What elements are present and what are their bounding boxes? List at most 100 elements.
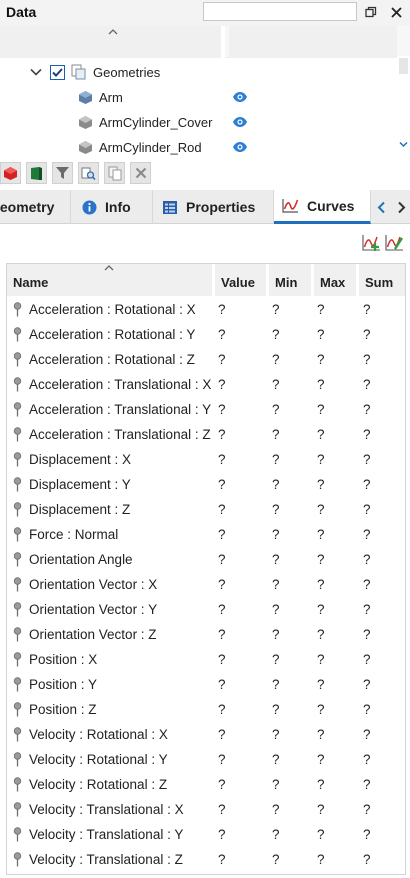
- cell-max: ?: [317, 452, 325, 467]
- tab-curves[interactable]: Curves: [274, 190, 371, 224]
- search-list-icon[interactable]: [78, 162, 99, 184]
- cell-value: ?: [218, 602, 226, 617]
- cell-value: ?: [218, 577, 226, 592]
- table-row[interactable]: Orientation Vector : X????: [7, 572, 405, 597]
- tree-scrollbar-thumb[interactable]: [399, 58, 408, 74]
- table-row[interactable]: Force : Normal????: [7, 522, 405, 547]
- table-row[interactable]: Velocity : Translational : X????: [7, 797, 405, 822]
- pin-icon: [13, 452, 22, 467]
- scroll-down-icon[interactable]: [399, 141, 408, 148]
- cell-min: ?: [272, 827, 280, 842]
- cell-name: Velocity : Translational : Z: [29, 852, 183, 867]
- table-row[interactable]: Orientation Angle????: [7, 547, 405, 572]
- panel-tabs: Geometry Info Properties Curves: [0, 190, 410, 224]
- tree-scrollbar[interactable]: [397, 56, 410, 156]
- pin-icon: [13, 702, 22, 717]
- cell-sum: ?: [363, 652, 371, 667]
- pin-icon: [13, 352, 22, 367]
- pin-icon: [13, 302, 22, 317]
- pin-icon: [13, 427, 22, 442]
- cell-sum: ?: [363, 852, 371, 867]
- table-row[interactable]: Acceleration : Rotational : X????: [7, 297, 405, 322]
- pin-icon: [13, 327, 22, 342]
- table-row[interactable]: Velocity : Rotational : Y????: [7, 747, 405, 772]
- table-row[interactable]: Displacement : Z????: [7, 497, 405, 522]
- table-row[interactable]: Position : X????: [7, 647, 405, 672]
- column-header-value[interactable]: Value: [215, 264, 269, 296]
- eye-icon[interactable]: [232, 141, 248, 153]
- column-header-sum[interactable]: Sum: [359, 264, 405, 296]
- eye-icon[interactable]: [232, 116, 248, 128]
- filter-icon[interactable]: [52, 162, 73, 184]
- column-header-min[interactable]: Min: [269, 264, 314, 296]
- properties-icon: [162, 200, 178, 215]
- table-row[interactable]: Acceleration : Rotational : Z????: [7, 347, 405, 372]
- table-row[interactable]: Position : Z????: [7, 697, 405, 722]
- table-row[interactable]: Displacement : X????: [7, 447, 405, 472]
- cell-sum: ?: [363, 727, 371, 742]
- cell-max: ?: [317, 727, 325, 742]
- tab-geometry[interactable]: Geometry: [0, 190, 71, 224]
- tree-item-label: ArmCylinder_Cover: [99, 114, 213, 130]
- table-row[interactable]: Velocity : Translational : Z????: [7, 847, 405, 872]
- cell-name: Displacement : X: [29, 452, 132, 467]
- cell-max: ?: [317, 677, 325, 692]
- cell-name: Force : Normal: [29, 527, 119, 542]
- table-row[interactable]: Velocity : Rotational : Z????: [7, 772, 405, 797]
- cell-max: ?: [317, 577, 325, 592]
- pin-icon: [13, 602, 22, 617]
- cell-name: Acceleration : Translational : Y: [29, 402, 212, 417]
- pin-icon: [13, 752, 22, 767]
- cell-name: Orientation Vector : X: [29, 577, 158, 592]
- table-row[interactable]: Velocity : Translational : Y????: [7, 822, 405, 847]
- table-row[interactable]: Velocity : Rotational : X????: [7, 722, 405, 747]
- tab-scroll-right-icon[interactable]: [392, 190, 410, 224]
- cell-min: ?: [272, 602, 280, 617]
- green-book-icon[interactable]: [26, 162, 47, 184]
- tree-header-name-column[interactable]: [0, 26, 225, 58]
- table-row[interactable]: Displacement : Y????: [7, 472, 405, 497]
- column-header-max[interactable]: Max: [314, 264, 359, 296]
- tree-node-geometries[interactable]: Geometries: [30, 60, 160, 84]
- column-header-name[interactable]: Name: [7, 264, 215, 296]
- copy-icon[interactable]: [104, 162, 125, 184]
- cell-sum: ?: [363, 477, 371, 492]
- close-icon[interactable]: [386, 2, 406, 22]
- cell-value: ?: [218, 652, 226, 667]
- pin-icon: [13, 552, 22, 567]
- tab-scroll-left-icon[interactable]: [372, 190, 390, 224]
- cell-min: ?: [272, 677, 280, 692]
- cell-value: ?: [218, 402, 226, 417]
- edit-curve-icon[interactable]: [385, 234, 405, 252]
- table-row[interactable]: Acceleration : Translational : Z????: [7, 422, 405, 447]
- cell-sum: ?: [363, 752, 371, 767]
- geometries-checkbox[interactable]: [50, 64, 65, 80]
- table-row[interactable]: Position : Y????: [7, 672, 405, 697]
- table-row[interactable]: Acceleration : Translational : Y????: [7, 397, 405, 422]
- delete-icon[interactable]: [130, 162, 151, 184]
- cell-value: ?: [218, 752, 226, 767]
- search-input[interactable]: [203, 2, 357, 21]
- chevron-down-icon[interactable]: [30, 68, 44, 76]
- tree-item-armcylinder-cover[interactable]: ArmCylinder_Cover: [78, 110, 212, 134]
- tree-item-armcylinder-rod[interactable]: ArmCylinder_Rod: [78, 135, 202, 159]
- geometry-icon: [78, 115, 93, 130]
- add-curve-icon[interactable]: [362, 234, 382, 252]
- tree-item-arm[interactable]: Arm: [78, 85, 123, 109]
- table-row[interactable]: Orientation Vector : Z????: [7, 622, 405, 647]
- red-cube-icon[interactable]: [0, 162, 21, 184]
- tab-properties[interactable]: Properties: [153, 190, 274, 224]
- tree-item-label: ArmCylinder_Rod: [99, 139, 202, 155]
- cell-min: ?: [272, 577, 280, 592]
- table-row[interactable]: Orientation Vector : Y????: [7, 597, 405, 622]
- table-row[interactable]: Acceleration : Rotational : Y????: [7, 322, 405, 347]
- tab-info[interactable]: Info: [71, 190, 153, 224]
- tree-header-visibility-column[interactable]: [229, 26, 397, 58]
- cell-name: Position : Z: [29, 702, 97, 717]
- table-row[interactable]: Acceleration : Translational : X????: [7, 372, 405, 397]
- cell-name: Position : X: [29, 652, 98, 667]
- restore-icon[interactable]: [361, 2, 381, 22]
- eye-icon[interactable]: [232, 91, 248, 103]
- geometries-folder-icon: [71, 64, 87, 80]
- cell-max: ?: [317, 352, 325, 367]
